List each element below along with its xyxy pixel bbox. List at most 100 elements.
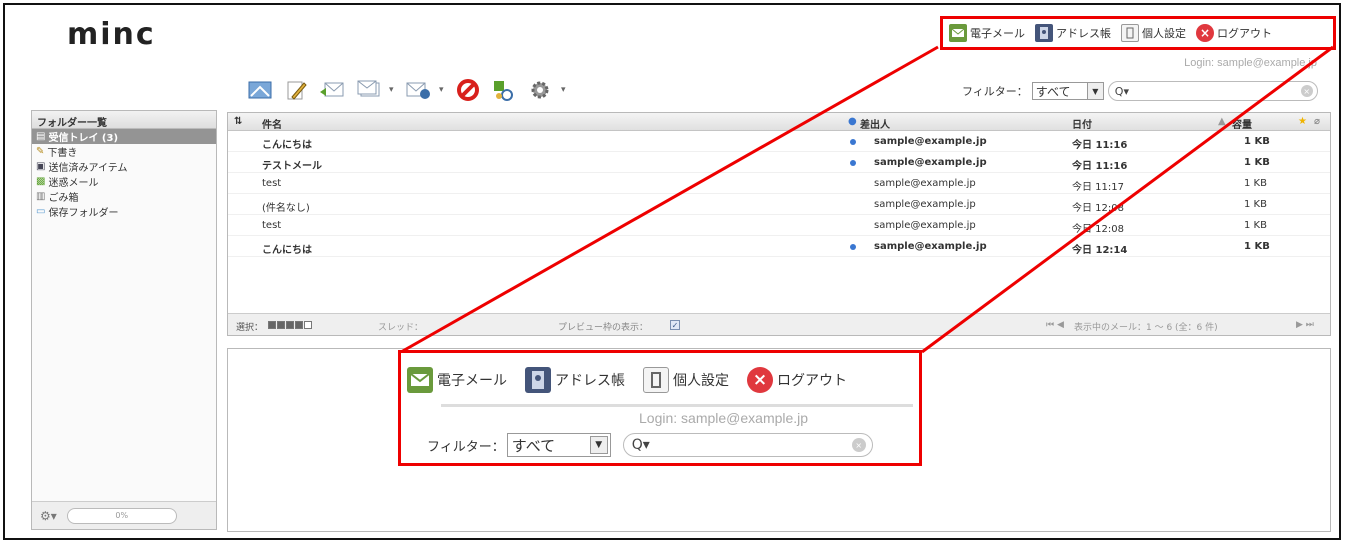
mail-icon — [949, 24, 967, 42]
zoom-filter-select-value: すべて — [511, 436, 556, 455]
quota-meter: 0% — [66, 507, 177, 524]
folder-junk[interactable]: ▩ 迷惑メール — [32, 174, 216, 189]
column-status-dot-icon: ● — [848, 116, 857, 127]
message-count: 表示中のメール：1 ～ 6 (全：6 件) — [1074, 323, 1218, 333]
zoom-filter-label: フィルター： — [427, 439, 505, 455]
folder-archive[interactable]: ▭ 保存フォルダー — [32, 204, 216, 219]
zoom-login-info: Login: sample@example.jp — [639, 410, 809, 426]
junk-icon: ▩ — [36, 176, 46, 187]
pager-next-last-icon[interactable]: ▶ ⏭ — [1296, 320, 1314, 330]
folder-inbox[interactable]: ▤ 受信トレイ (3) — [32, 129, 216, 144]
message-subject: (件名なし) — [262, 203, 310, 214]
search-icon[interactable]: Q▾ — [632, 437, 650, 453]
message-subject: こんにちは — [262, 245, 312, 256]
unread-dot-icon — [850, 139, 856, 145]
message-date: 今日 12:08 — [1072, 224, 1124, 235]
search-icon[interactable]: Q▾ — [1115, 85, 1129, 98]
message-row[interactable]: (件名なし) sample@example.jp 今日 12:08 1 KB — [228, 194, 1330, 215]
message-row[interactable]: こんにちは sample@example.jp 今日 12:14 1 KB — [228, 236, 1330, 257]
folder-trash[interactable]: ▥ ごみ箱 — [32, 189, 216, 204]
select-unread-icon[interactable] — [286, 320, 294, 329]
chevron-down-icon[interactable]: ▼ — [589, 436, 608, 454]
mark-icon — [494, 81, 513, 101]
forward-menu-arrow-icon[interactable]: ▾ — [439, 85, 447, 95]
select-page-icon[interactable] — [277, 320, 285, 329]
zoom-menu-settings[interactable]: 個人設定 — [643, 367, 729, 393]
column-size[interactable]: 容量 — [1232, 116, 1252, 131]
message-date: 今日 11:17 — [1072, 182, 1124, 193]
select-none-icon[interactable] — [304, 320, 312, 329]
message-from: sample@example.jp — [874, 199, 976, 210]
zoom-menu-mail-label: 電子メール — [437, 373, 507, 389]
folder-drafts[interactable]: ✎ 下書き — [32, 144, 216, 159]
delete-button[interactable] — [453, 75, 483, 105]
preview-label: プレビュー枠の表示： — [558, 323, 649, 333]
forward-button[interactable] — [403, 75, 433, 105]
clear-search-icon[interactable]: × — [1300, 85, 1313, 97]
mark-button[interactable] — [489, 75, 519, 105]
zoom-search-input[interactable]: Q▾ × — [622, 433, 873, 457]
message-size: 1 KB — [1244, 220, 1267, 231]
folder-icon: ▭ — [36, 206, 46, 217]
folder-sidebar: フォルダー一覧 ▤ 受信トレイ (3) ✎ 下書き ▣ 送信済みアイテム ▩ 迷惑メール… — [31, 110, 217, 530]
check-mail-icon — [248, 81, 272, 99]
menu-mail[interactable]: 電子メール — [949, 24, 1025, 42]
delete-icon — [457, 79, 479, 101]
address-book-icon — [1035, 24, 1053, 42]
message-date: 今日 12:08 — [1072, 203, 1124, 214]
compose-icon — [287, 81, 307, 100]
select-all-icon[interactable] — [268, 320, 276, 329]
check-mail-button[interactable] — [245, 75, 275, 105]
flag-star-icon: ★ — [1298, 116, 1307, 127]
mail-toolbar: ▾ ▾ ▾ — [245, 75, 569, 105]
zoom-divider — [441, 404, 913, 407]
search-input[interactable]: Q▾ × — [1107, 81, 1318, 101]
thread-toggle-icon[interactable]: ⇅ — [234, 116, 242, 127]
message-row[interactable]: test sample@example.jp 今日 11:17 1 KB — [228, 173, 1330, 194]
reply-all-button[interactable] — [353, 75, 383, 105]
filter-bar: フィルター： すべて ▼ Q▾ × — [962, 81, 1318, 101]
folder-actions-gear-icon[interactable]: ⚙▾ — [40, 509, 57, 523]
gear-icon — [531, 81, 549, 99]
filter-select[interactable]: すべて ▼ — [1031, 82, 1104, 100]
message-date: 今日 11:16 — [1072, 161, 1128, 172]
menu-settings-label: 個人設定 — [1142, 27, 1186, 40]
zoom-menu-mail[interactable]: 電子メール — [407, 367, 507, 393]
message-size: 1 KB — [1244, 157, 1270, 168]
attachment-icon: ⌀ — [1314, 116, 1321, 127]
reply-button[interactable] — [317, 75, 347, 105]
folder-label: 迷惑メール — [48, 178, 99, 189]
compose-button[interactable] — [281, 75, 311, 105]
select-buttons[interactable] — [268, 320, 313, 330]
column-subject[interactable]: 件名 — [262, 116, 282, 131]
message-size: 1 KB — [1244, 241, 1270, 252]
zoom-menu-logout[interactable]: × ログアウト — [747, 367, 847, 393]
preview-checkbox[interactable]: ✓ — [670, 320, 680, 331]
zoom-menu-address-book[interactable]: アドレス帳 — [525, 367, 625, 393]
folder-label: 受信トレイ (3) — [48, 133, 119, 144]
menu-settings[interactable]: 個人設定 — [1121, 24, 1186, 42]
clear-search-icon[interactable]: × — [851, 438, 866, 452]
chevron-down-icon[interactable]: ▼ — [1086, 83, 1103, 99]
message-row[interactable]: テストメール sample@example.jp 今日 11:16 1 KB — [228, 152, 1330, 173]
inbox-icon: ▤ — [36, 131, 46, 142]
menu-logout[interactable]: × ログアウト — [1196, 24, 1272, 42]
zoom-filter-select[interactable]: すべて ▼ — [506, 433, 611, 457]
folder-sent[interactable]: ▣ 送信済みアイテム — [32, 159, 216, 174]
menu-mail-label: 電子メール — [970, 27, 1025, 40]
menu-logout-label: ログアウト — [1217, 27, 1272, 40]
zoom-menu-logout-label: ログアウト — [777, 373, 847, 389]
menu-address-book[interactable]: アドレス帳 — [1035, 24, 1111, 42]
column-date[interactable]: 日付 — [1072, 116, 1092, 131]
reply-menu-arrow-icon[interactable]: ▾ — [389, 85, 397, 95]
more-menu-arrow-icon[interactable]: ▾ — [561, 85, 569, 95]
column-from[interactable]: 差出人 — [860, 116, 890, 131]
message-row[interactable]: test sample@example.jp 今日 12:08 1 KB — [228, 215, 1330, 236]
settings-icon — [1121, 24, 1139, 42]
select-invert-icon[interactable] — [295, 320, 303, 329]
mail-icon — [407, 367, 433, 393]
pager-first-prev-icon[interactable]: ⏮ ◀ — [1046, 320, 1064, 330]
folder-label: 保存フォルダー — [48, 208, 119, 219]
message-row[interactable]: こんにちは sample@example.jp 今日 11:16 1 KB — [228, 131, 1330, 152]
more-actions-button[interactable] — [525, 75, 555, 105]
